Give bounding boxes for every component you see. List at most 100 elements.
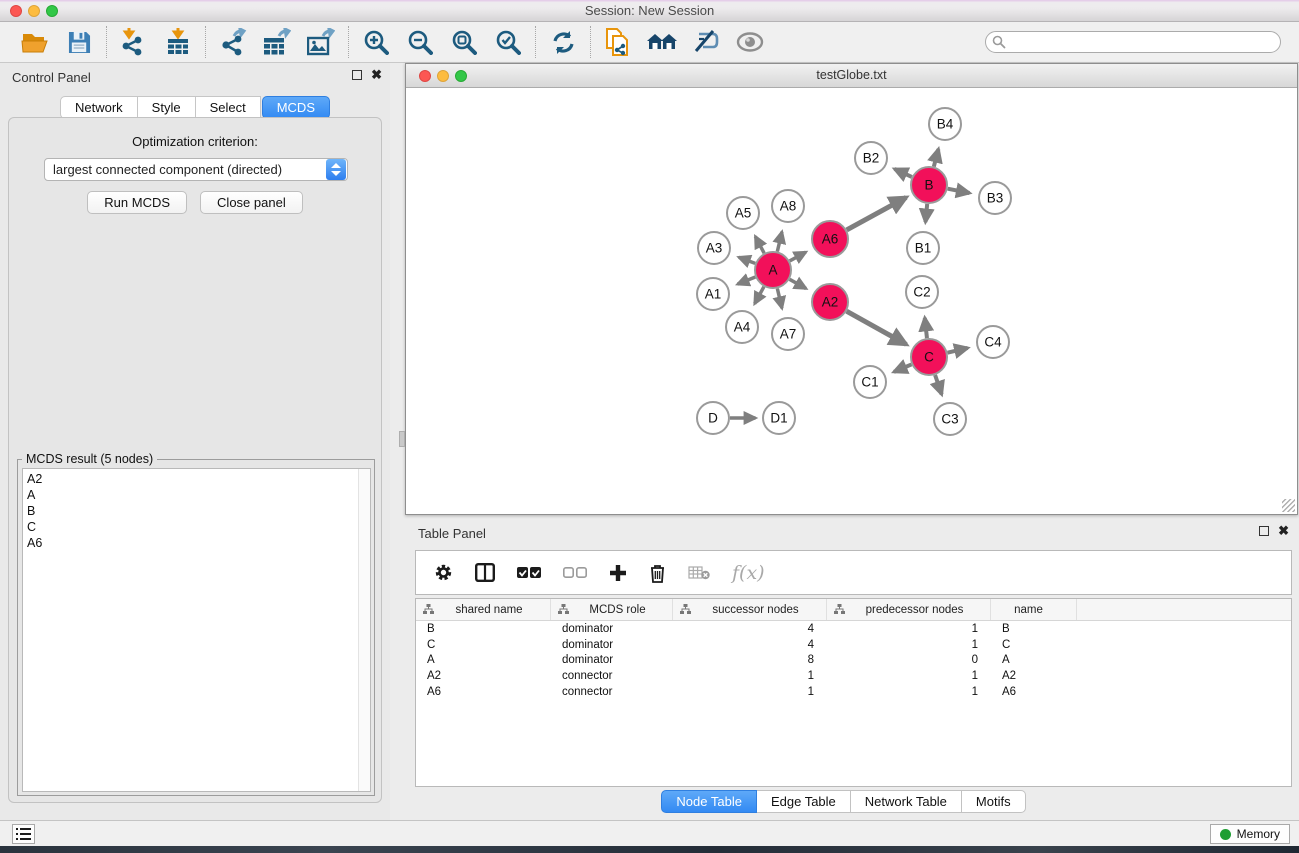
tab-node-table[interactable]: Node Table [661,790,757,813]
apply-layout-button[interactable] [548,27,578,57]
show-column-panel-button[interactable] [475,563,495,582]
cell-shared-name[interactable]: B [416,623,551,635]
hide-labels-button[interactable] [691,27,721,57]
cell-predecessor-nodes[interactable]: 1 [827,623,991,635]
network-canvas[interactable]: B4B2BB3A8A5A6A3B1AC2A1A2A4A7C4CC1DD1C3 [407,88,1296,513]
mcds-result-item[interactable]: A2 [27,471,370,487]
edge-A-A5[interactable] [755,236,764,253]
edge-A-A4[interactable] [755,287,764,304]
edge-A-A3[interactable] [739,257,755,263]
edge-A-A7[interactable] [777,288,782,308]
import-table-button[interactable] [163,27,193,57]
run-mcds-button[interactable]: Run MCDS [87,191,187,214]
edge-A6-B[interactable] [847,197,906,229]
tab-select[interactable]: Select [196,96,261,119]
delete-table-button[interactable] [688,565,710,580]
cell-predecessor-nodes[interactable]: 1 [827,639,991,651]
export-image-button[interactable] [306,27,336,57]
clone-network-button[interactable] [603,27,633,57]
cell-predecessor-nodes[interactable]: 1 [827,686,991,698]
zoom-out-button[interactable] [405,27,435,57]
table-row[interactable]: A2connector11A2 [416,668,1291,684]
table-row[interactable]: A6connector11A6 [416,684,1291,700]
cell-MCDS-role[interactable]: connector [551,686,673,698]
close-window-button[interactable] [10,5,22,17]
close-table-panel-icon[interactable]: ✖ [1278,526,1289,536]
zoom-window-button[interactable] [46,5,58,17]
save-session-button[interactable] [64,27,94,57]
open-session-button[interactable] [20,27,50,57]
network-minimize-button[interactable] [437,70,449,82]
mcds-result-item[interactable]: A [27,487,370,503]
cell-MCDS-role[interactable]: dominator [551,654,673,666]
cybrowser-button[interactable] [647,27,677,57]
cell-name[interactable]: A [991,654,1077,666]
edge-B-B4[interactable] [934,149,939,166]
cell-shared-name[interactable]: A6 [416,686,551,698]
column-header-shared-name[interactable]: shared name [416,599,551,620]
tab-network-table[interactable]: Network Table [851,790,962,813]
minimize-window-button[interactable] [28,5,40,17]
column-header-MCDS-role[interactable]: MCDS role [551,599,673,620]
tab-motifs[interactable]: Motifs [962,790,1026,813]
column-header-successor-nodes[interactable]: successor nodes [673,599,827,620]
window-resize-grip[interactable] [1282,499,1295,512]
cell-successor-nodes[interactable]: 1 [673,670,827,682]
tab-edge-table[interactable]: Edge Table [757,790,851,813]
table-options-button[interactable] [434,563,453,582]
cell-MCDS-role[interactable]: dominator [551,639,673,651]
splitter-handle[interactable] [399,431,405,447]
table-row[interactable]: Cdominator41C [416,637,1291,653]
delete-column-button[interactable] [649,563,666,583]
import-network-button[interactable] [119,27,149,57]
tab-style[interactable]: Style [138,96,196,119]
export-table-button[interactable] [262,27,292,57]
cell-successor-nodes[interactable]: 8 [673,654,827,666]
float-table-panel-button[interactable] [1259,526,1269,536]
close-panel-button[interactable]: Close panel [200,191,303,214]
mcds-result-item[interactable]: B [27,503,370,519]
cell-successor-nodes[interactable]: 4 [673,639,827,651]
cell-shared-name[interactable]: A2 [416,670,551,682]
show-graphics-button[interactable] [735,27,765,57]
edge-C-C4[interactable] [947,348,967,353]
edge-C-C3[interactable] [935,375,942,394]
tab-mcds[interactable]: MCDS [262,96,330,119]
unselect-all-columns-button[interactable] [563,567,587,579]
mcds-result-scrollbar[interactable] [358,469,370,791]
edge-A-A8[interactable] [777,232,782,252]
mcds-result-item[interactable]: A6 [27,535,370,551]
create-column-button[interactable] [609,564,627,582]
float-panel-button[interactable] [352,70,362,80]
edge-B-B2[interactable] [895,169,912,177]
column-header-predecessor-nodes[interactable]: predecessor nodes [827,599,991,620]
edge-C-C1[interactable] [894,364,912,371]
edge-A-A1[interactable] [738,277,756,284]
network-window-titlebar[interactable]: testGlobe.txt [406,64,1297,88]
function-builder-button[interactable]: f(x) [732,562,765,584]
edge-C-C2[interactable] [925,318,927,338]
edge-B-B3[interactable] [948,189,970,193]
table-row[interactable]: Adominator80A [416,653,1291,669]
search-input[interactable] [985,31,1281,53]
cell-predecessor-nodes[interactable]: 0 [827,654,991,666]
cell-shared-name[interactable]: A [416,654,551,666]
cell-name[interactable]: C [991,639,1077,651]
optimization-criterion-select[interactable]: largest connected component (directed) [44,158,348,181]
mcds-result-list[interactable]: A2ABCA6 [22,468,371,792]
edge-A-A6[interactable] [790,252,806,261]
cell-successor-nodes[interactable]: 1 [673,686,827,698]
cell-MCDS-role[interactable]: dominator [551,623,673,635]
network-close-button[interactable] [419,70,431,82]
zoom-in-button[interactable] [361,27,391,57]
cell-MCDS-role[interactable]: connector [551,670,673,682]
network-zoom-button[interactable] [455,70,467,82]
cell-successor-nodes[interactable]: 4 [673,623,827,635]
cell-name[interactable]: A6 [991,686,1077,698]
select-all-columns-button[interactable] [517,567,541,579]
cell-name[interactable]: B [991,623,1077,635]
mcds-result-item[interactable]: C [27,519,370,535]
zoom-fit-button[interactable] [449,27,479,57]
memory-button[interactable]: Memory [1210,824,1290,844]
task-history-button[interactable] [12,824,35,844]
